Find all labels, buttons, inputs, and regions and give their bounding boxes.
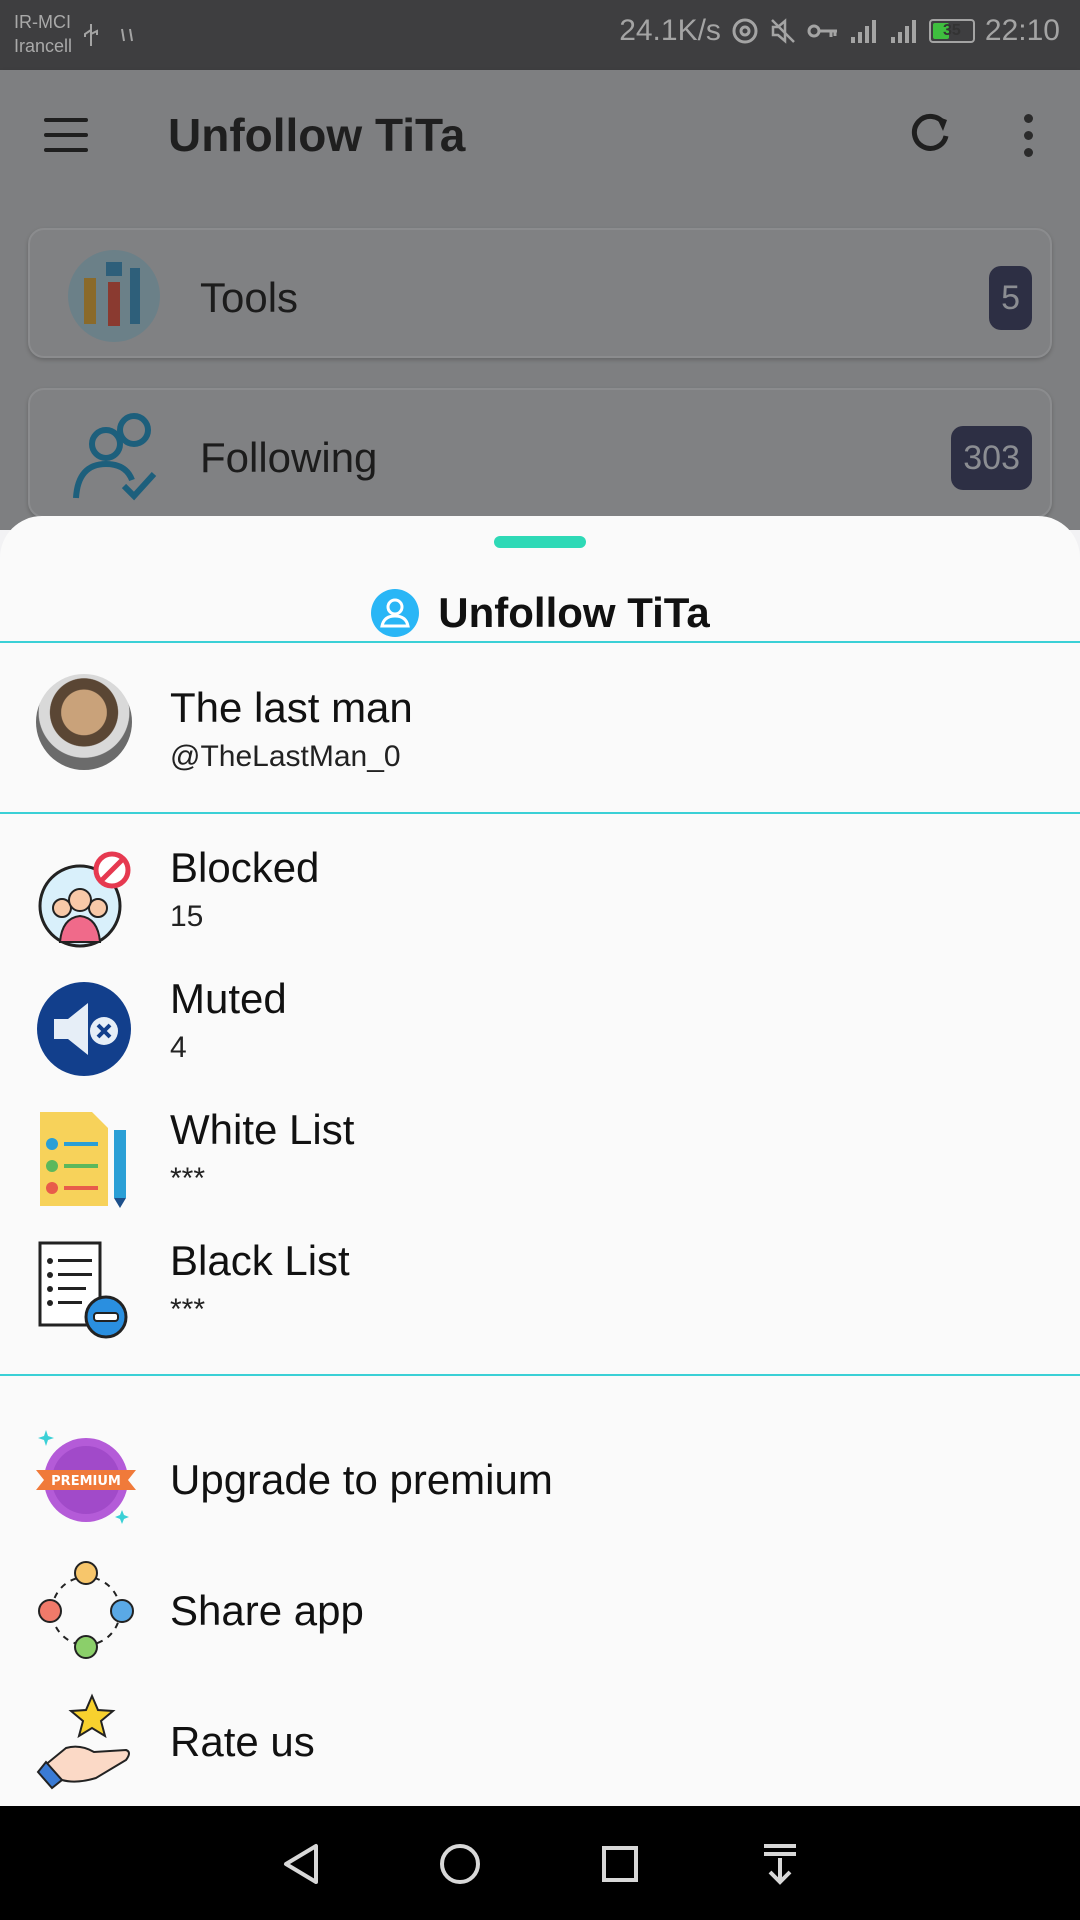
divider (0, 641, 1080, 643)
profile-row[interactable]: The last man @TheLastMan_0 (0, 662, 1080, 812)
tools-icon (68, 250, 160, 342)
following-card[interactable]: Following 303 (28, 388, 1052, 518)
svg-text:PREMIUM: PREMIUM (51, 1474, 121, 1489)
bottom-sheet: Unfollow TiTa The last man @TheLastMan_0… (0, 516, 1080, 1806)
blacklist-icon (38, 1241, 128, 1339)
carrier-name-1: IR-MCI (14, 12, 71, 32)
background-content: Tools 5 Following 303 (0, 200, 1080, 530)
list-item-count: *** (170, 1162, 206, 1195)
tools-card[interactable]: Tools 5 (28, 228, 1052, 358)
sheet-header: Unfollow TiTa (0, 568, 1080, 658)
list-item-label: Muted (170, 975, 287, 1022)
status-right: 24.1K/s 35 22:10 (619, 14, 1060, 48)
list-item-muted[interactable]: Muted 4 (0, 967, 1080, 1097)
home-icon[interactable] (432, 1836, 488, 1892)
carrier-info: IR-MCI Irancell (14, 10, 72, 58)
hamburger-menu-icon[interactable] (44, 118, 88, 152)
carrier-name-2: Irancell (14, 36, 73, 56)
battery-level: 35 (943, 22, 961, 39)
rate-us-item[interactable]: Rate us (0, 1678, 1080, 1808)
notification-pull-icon[interactable] (752, 1836, 808, 1892)
premium-badge-icon: PREMIUM (36, 1430, 136, 1524)
signal-icon-2 (890, 20, 916, 43)
clock: 22:10 (984, 14, 1060, 47)
network-speed: 24.1K/s (619, 14, 721, 47)
hotspot-icon (732, 18, 758, 44)
following-count-badge: 303 (951, 426, 1032, 490)
share-app-item[interactable]: Share app (0, 1547, 1080, 1677)
profile-handle: @TheLastMan_0 (170, 740, 401, 773)
profile-name: The last man (170, 684, 413, 731)
refresh-icon[interactable] (906, 110, 954, 158)
back-icon[interactable] (276, 1836, 332, 1892)
action-label: Rate us (170, 1718, 315, 1765)
list-item-count: *** (170, 1293, 206, 1326)
wave-icon (121, 28, 133, 42)
following-label: Following (200, 434, 378, 481)
recents-icon[interactable] (592, 1836, 648, 1892)
tools-label: Tools (200, 274, 299, 321)
status-bar: IR-MCI Irancell 24.1K/s 35 22:10 (0, 0, 1080, 70)
notification-icons (80, 22, 138, 48)
app-bar: Unfollow TiTa (0, 70, 1080, 200)
rate-hand-star-icon (36, 1693, 130, 1790)
action-label: Share app (170, 1587, 364, 1634)
checklist-icon (40, 1112, 126, 1208)
sheet-drag-handle[interactable] (494, 536, 586, 548)
tools-count-badge: 5 (989, 266, 1032, 330)
action-label: Upgrade to premium (170, 1456, 553, 1503)
list-item-label: Black List (170, 1237, 350, 1284)
muted-speaker-icon (37, 982, 131, 1076)
list-item-label: White List (170, 1106, 355, 1153)
list-item-black-list[interactable]: Black List *** (0, 1229, 1080, 1359)
mute-icon (771, 18, 795, 44)
blocked-users-icon (38, 851, 131, 948)
list-item-label: Blocked (170, 844, 320, 891)
usb-icon (84, 24, 98, 46)
list-item-blocked[interactable]: Blocked 15 (0, 836, 1080, 966)
user-circle-icon (371, 589, 420, 637)
system-nav-bar (0, 1806, 1080, 1920)
upgrade-premium-item[interactable]: PREMIUM Upgrade to premium (0, 1416, 1080, 1546)
app-title: Unfollow TiTa (168, 109, 466, 161)
sheet-title: Unfollow TiTa (438, 589, 710, 636)
list-item-count: 15 (170, 900, 204, 933)
share-people-icon (38, 1561, 134, 1659)
following-users-icon (73, 413, 157, 501)
divider (0, 812, 1080, 814)
avatar (36, 674, 132, 770)
battery-icon: 35 (928, 19, 975, 43)
list-item-white-list[interactable]: White List *** (0, 1098, 1080, 1228)
signal-icon-1 (850, 20, 876, 43)
divider (0, 1374, 1080, 1376)
overflow-menu-icon[interactable] (1020, 114, 1036, 158)
list-item-count: 4 (170, 1031, 187, 1064)
key-icon (807, 24, 837, 38)
